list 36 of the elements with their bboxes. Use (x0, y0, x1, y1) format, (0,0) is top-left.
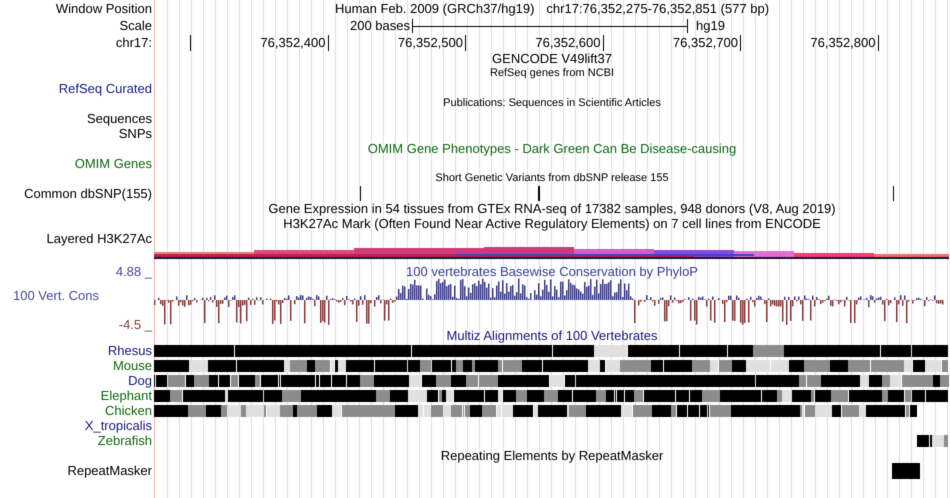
track-caption: RefSeq genes from NCBI (490, 66, 614, 82)
track-label[interactable]: OMIM Genes (74, 154, 152, 174)
ruler-tick (190, 34, 191, 50)
ruler-label: 76,352,500 (398, 34, 463, 52)
track-title: 100 vertebrates Basewise Conservation by PhyloP (406, 263, 698, 278)
position-text: chr17:76,352,275-76,352,851 (577 bp) (546, 0, 770, 18)
ruler-tick (602, 34, 604, 50)
row-label: Window Position (56, 0, 152, 18)
ruler-tick (740, 34, 741, 50)
alignment-drawing (917, 434, 949, 448)
track-caption: Publications: Sequences in Scientific Articles (443, 96, 661, 112)
ruler-label: 76,352,800 (810, 34, 876, 52)
row-label: Scale (119, 16, 152, 35)
track-title: H3K27Ac Mark (Often Found Near Active Regulatory Elements) on 7 cell lines from ENCODE (283, 216, 821, 233)
track-label[interactable]: Common dbSNP(155) (24, 184, 152, 204)
track-label[interactable]: 100 Vert. Cons (0, 286, 99, 306)
repeat-element (892, 463, 920, 479)
assembly-title: Human Feb. 2009 (GRCh37/hg19) (334, 0, 534, 18)
track-title: Repeating Elements by RepeatMasker (440, 446, 664, 465)
ruler-tick (465, 34, 466, 50)
track-label[interactable]: Layered H3K27Ac (46, 228, 152, 248)
axis-min: -4.5 _ (118, 316, 154, 334)
ruler-label: 76,352,600 (535, 34, 600, 52)
ruler-label: 76,352,700 (672, 34, 738, 52)
track-label[interactable]: RepeatMasker (67, 461, 152, 481)
track-caption: Short Genetic Variants from dbSNP release 155 (435, 171, 669, 186)
track-title: Multiz Alignments of 100 Vertebrates (446, 326, 658, 345)
track-title: Gene Expression in 54 tissues from GTEx RNA-seq of 17382 samples, 948 donors (V8, Aug 2019) (268, 200, 836, 218)
row-label: chr17: (116, 34, 152, 52)
track-title: OMIM Gene Phenotypes - Dark Green Can Be Disease-causing (368, 140, 736, 158)
axis-max: 4.88 _ (116, 263, 154, 278)
track-title: GENCODE V49lift37 (492, 50, 612, 68)
scale-assembly: hg19 (696, 16, 725, 35)
ruler-label: 76,352,400 (260, 34, 326, 52)
scale-length: 200 bases (350, 16, 410, 35)
track-label[interactable]: RefSeq Curated (58, 78, 152, 98)
